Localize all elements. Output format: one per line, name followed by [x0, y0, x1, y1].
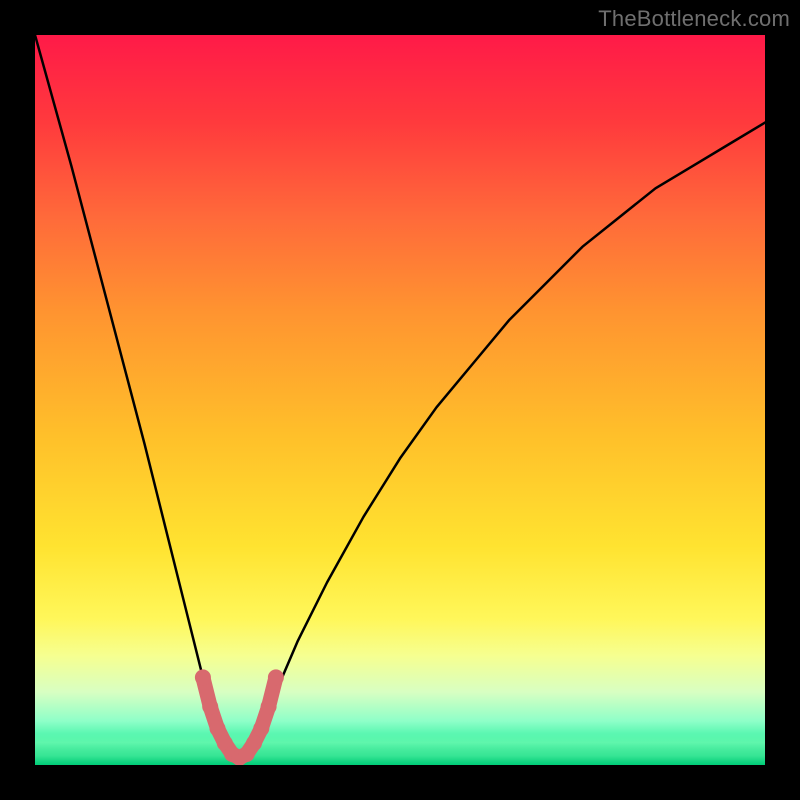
watermark-text: TheBottleneck.com: [598, 6, 790, 32]
highlight-dot: [210, 721, 226, 737]
highlight-dot: [195, 669, 211, 685]
highlight-dot: [261, 699, 277, 715]
highlight-dot: [202, 699, 218, 715]
chart-frame: [35, 35, 765, 765]
highlight-dot: [253, 721, 269, 737]
highlight-dot: [246, 735, 262, 751]
plot-svg: [35, 35, 765, 765]
highlight-dot: [268, 669, 284, 685]
bottleneck-curve: [35, 35, 765, 758]
optimal-zone-highlight: [203, 677, 276, 757]
